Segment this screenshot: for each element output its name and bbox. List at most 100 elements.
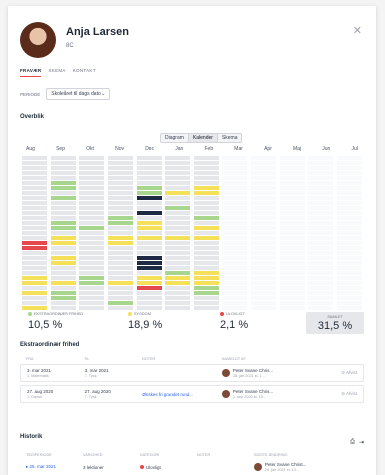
- calendar-day-cell[interactable]: [22, 196, 47, 200]
- calendar-day-cell[interactable]: [136, 186, 162, 190]
- calendar-day-cell[interactable]: [193, 216, 219, 220]
- calendar-day-cell[interactable]: [193, 226, 219, 230]
- calendar-day-cell[interactable]: [251, 246, 276, 250]
- calendar-day-cell[interactable]: [336, 291, 362, 295]
- calendar-day-cell[interactable]: [193, 281, 219, 285]
- calendar-day-cell[interactable]: [222, 161, 248, 165]
- calendar-day-cell[interactable]: [308, 306, 334, 310]
- table-row[interactable]: 3. mar 2021 1. Matematik 3. mar 2021 7. Ty…: [20, 364, 364, 382]
- calendar-day-cell[interactable]: [22, 251, 47, 255]
- calendar-day-cell[interactable]: [136, 246, 162, 250]
- print-icon[interactable]: ⎙: [350, 439, 355, 446]
- calendar-day-cell[interactable]: [165, 296, 191, 300]
- calendar-day-cell[interactable]: [165, 206, 191, 210]
- calendar-day-cell[interactable]: [165, 286, 191, 290]
- calendar-day-cell[interactable]: [251, 206, 276, 210]
- calendar-day-cell[interactable]: [136, 266, 162, 270]
- calendar-day-cell[interactable]: [50, 246, 76, 250]
- calendar-day-cell[interactable]: [79, 306, 105, 310]
- calendar-day-cell[interactable]: [107, 236, 133, 240]
- calendar-day-cell[interactable]: [279, 296, 305, 300]
- calendar-day-cell[interactable]: [193, 286, 219, 290]
- calendar-day-cell[interactable]: [165, 241, 191, 245]
- calendar-day-cell[interactable]: [22, 236, 47, 240]
- calendar-day-cell[interactable]: [308, 281, 334, 285]
- calendar-day-cell[interactable]: [50, 271, 76, 275]
- calendar-day-cell[interactable]: [22, 176, 47, 180]
- calendar-day-cell[interactable]: [308, 256, 334, 260]
- calendar-day-cell[interactable]: [251, 171, 276, 175]
- calendar-day-cell[interactable]: [50, 156, 76, 160]
- calendar-day-cell[interactable]: [165, 181, 191, 185]
- calendar-day-cell[interactable]: [222, 186, 248, 190]
- calendar-day-cell[interactable]: [50, 211, 76, 215]
- calendar-day-cell[interactable]: [193, 236, 219, 240]
- calendar-day-cell[interactable]: [279, 176, 305, 180]
- calendar-day-cell[interactable]: [50, 291, 76, 295]
- period-select[interactable]: Skoleåret til dags dato ⌄: [46, 88, 111, 100]
- calendar-day-cell[interactable]: [308, 286, 334, 290]
- calendar-day-cell[interactable]: [251, 256, 276, 260]
- calendar-day-cell[interactable]: [336, 251, 362, 255]
- calendar-day-cell[interactable]: [251, 266, 276, 270]
- calendar-day-cell[interactable]: [336, 226, 362, 230]
- calendar-day-cell[interactable]: [193, 176, 219, 180]
- calendar-day-cell[interactable]: [165, 306, 191, 310]
- calendar-day-cell[interactable]: [50, 191, 76, 195]
- calendar-day-cell[interactable]: [251, 276, 276, 280]
- calendar-day-cell[interactable]: [251, 216, 276, 220]
- calendar-day-cell[interactable]: [107, 191, 133, 195]
- calendar-day-cell[interactable]: [222, 231, 248, 235]
- calendar-day-cell[interactable]: [336, 206, 362, 210]
- calendar-day-cell[interactable]: [251, 186, 276, 190]
- calendar-day-cell[interactable]: [336, 296, 362, 300]
- calendar-day-cell[interactable]: [222, 301, 248, 305]
- calendar-day-cell[interactable]: [165, 226, 191, 230]
- calendar-day-cell[interactable]: [165, 216, 191, 220]
- calendar-day-cell[interactable]: [50, 236, 76, 240]
- calendar-day-cell[interactable]: [22, 296, 47, 300]
- calendar-day-cell[interactable]: [279, 231, 305, 235]
- calendar-day-cell[interactable]: [279, 216, 305, 220]
- calendar-day-cell[interactable]: [193, 271, 219, 275]
- calendar-day-cell[interactable]: [136, 231, 162, 235]
- calendar-day-cell[interactable]: [308, 276, 334, 280]
- calendar-day-cell[interactable]: [79, 231, 105, 235]
- calendar-day-cell[interactable]: [136, 306, 162, 310]
- calendar-day-cell[interactable]: [251, 281, 276, 285]
- calendar-day-cell[interactable]: [50, 171, 76, 175]
- calendar-day-cell[interactable]: [279, 211, 305, 215]
- calendar-day-cell[interactable]: [165, 236, 191, 240]
- calendar-day-cell[interactable]: [22, 171, 47, 175]
- calendar-day-cell[interactable]: [50, 301, 76, 305]
- calendar-day-cell[interactable]: [107, 241, 133, 245]
- calendar-day-cell[interactable]: [79, 241, 105, 245]
- calendar-day-cell[interactable]: [222, 271, 248, 275]
- calendar-day-cell[interactable]: [165, 301, 191, 305]
- calendar-day-cell[interactable]: [22, 276, 47, 280]
- calendar-day-cell[interactable]: [336, 271, 362, 275]
- calendar-day-cell[interactable]: [279, 261, 305, 265]
- calendar-day-cell[interactable]: [193, 276, 219, 280]
- calendar-day-cell[interactable]: [251, 166, 276, 170]
- calendar-day-cell[interactable]: [22, 201, 47, 205]
- calendar-day-cell[interactable]: [50, 276, 76, 280]
- calendar-day-cell[interactable]: [79, 161, 105, 165]
- calendar-day-cell[interactable]: [336, 266, 362, 270]
- calendar-day-cell[interactable]: [22, 156, 47, 160]
- calendar-day-cell[interactable]: [136, 221, 162, 225]
- calendar-day-cell[interactable]: [308, 266, 334, 270]
- calendar-day-cell[interactable]: [193, 291, 219, 295]
- calendar-day-cell[interactable]: [22, 186, 47, 190]
- calendar-day-cell[interactable]: [279, 291, 305, 295]
- calendar-day-cell[interactable]: [308, 201, 334, 205]
- calendar-day-cell[interactable]: [79, 206, 105, 210]
- calendar-day-cell[interactable]: [308, 271, 334, 275]
- calendar-day-cell[interactable]: [222, 226, 248, 230]
- calendar-day-cell[interactable]: [251, 296, 276, 300]
- calendar-day-cell[interactable]: [136, 176, 162, 180]
- calendar-day-cell[interactable]: [136, 226, 162, 230]
- calendar-day-cell[interactable]: [22, 301, 47, 305]
- calendar-day-cell[interactable]: [165, 191, 191, 195]
- calendar-day-cell[interactable]: [165, 276, 191, 280]
